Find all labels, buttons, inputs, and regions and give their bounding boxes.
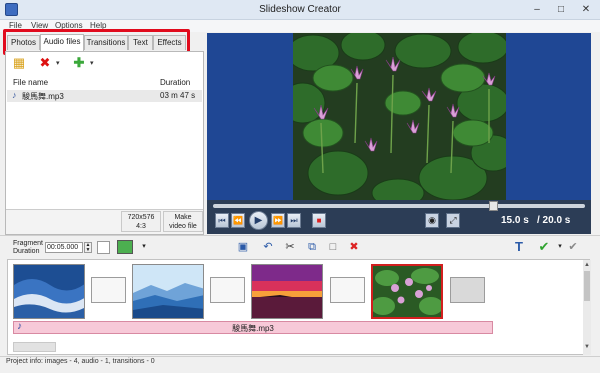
transition-slot-4[interactable] (450, 277, 485, 303)
slide-thumbnail-1[interactable] (13, 264, 85, 319)
transition-slot-3[interactable] (330, 277, 365, 303)
check-dropdown-icon[interactable]: ▾ (553, 240, 567, 254)
total-time: / 20.0 s (537, 215, 571, 226)
stop-button[interactable]: ■ (312, 213, 326, 228)
title-bar: Slideshow Creator – □ ✕ (0, 0, 600, 20)
fragment-duration-input[interactable]: 00:05.000 (45, 242, 83, 253)
remove-icon[interactable]: ✖ (347, 240, 361, 254)
fullscreen-icon[interactable]: ⤢ (446, 213, 460, 228)
previous-button[interactable]: ⏪ (231, 213, 245, 228)
file-duration: 03 m 47 s (160, 91, 196, 100)
seek-bar[interactable] (213, 204, 585, 208)
close-button[interactable]: ✕ (573, 2, 599, 17)
seek-thumb[interactable] (489, 201, 498, 211)
audio-file-icon: ♪ (12, 90, 17, 100)
camera-icon[interactable]: ◉ (425, 213, 439, 228)
scroll-up-icon[interactable]: ▲ (583, 262, 591, 268)
play-button[interactable]: ▶ (249, 211, 268, 230)
paste-icon[interactable]: □ (326, 240, 340, 254)
make-video-button[interactable]: Make video file (163, 211, 203, 232)
skip-start-button[interactable]: ⏮ (215, 213, 229, 228)
preview-image (293, 33, 506, 200)
transition-slot-2[interactable] (210, 277, 245, 303)
delete-icon[interactable]: ✖ (37, 55, 53, 71)
fragment-duration-label: Fragment Duration (13, 240, 43, 255)
cut-icon[interactable]: ✂ (283, 240, 297, 254)
current-time: 15.0 s (501, 215, 529, 226)
resolution-button[interactable]: 720x576 4:3 (121, 211, 161, 232)
resolution-label: 720x576 4:3 (127, 214, 155, 230)
transition-slot-1[interactable] (91, 277, 126, 303)
effect-dropdown-icon[interactable]: ▾ (137, 240, 151, 254)
effect-picker[interactable] (117, 240, 133, 254)
slide-thumbnail-4-selected[interactable] (371, 264, 443, 319)
duration-spinner[interactable]: ▲ ▼ (84, 242, 92, 253)
check-icon[interactable]: ✔ (537, 240, 551, 254)
scroll-down-icon[interactable]: ▼ (583, 344, 591, 350)
next-button[interactable]: ⏩ (271, 213, 285, 228)
maximize-button[interactable]: □ (549, 2, 573, 17)
list-item[interactable]: ♪ 駿馬舞.mp3 03 m 47 s (7, 90, 202, 102)
minimize-button[interactable]: – (525, 2, 549, 17)
text-icon[interactable]: T (512, 240, 526, 254)
tools-icon[interactable]: ✔ (566, 240, 580, 254)
project-info: Project info: images - 4, audio - 1, tra… (6, 358, 155, 365)
copy-icon[interactable]: ⧉ (305, 240, 319, 254)
column-duration[interactable]: Duration (160, 78, 190, 87)
delete-dropdown-icon[interactable]: ▾ (56, 59, 60, 67)
slide-thumbnail-2[interactable] (132, 264, 204, 319)
audio-track-name: 駿馬舞.mp3 (232, 324, 274, 333)
plus-icon[interactable]: ✚ (71, 55, 87, 71)
plus-dropdown-icon[interactable]: ▾ (90, 59, 94, 67)
column-file-name[interactable]: File name (13, 78, 48, 87)
add-files-icon[interactable]: ▦ (11, 55, 27, 71)
horizontal-scrollbar[interactable] (13, 342, 56, 352)
color-box[interactable] (97, 241, 110, 254)
save-icon[interactable]: ▣ (236, 240, 250, 254)
undo-icon[interactable]: ↶ (261, 240, 275, 254)
window-title: Slideshow Creator (259, 4, 341, 15)
skip-end-button[interactable]: ⏭ (287, 213, 301, 228)
slide-thumbnail-3[interactable] (251, 264, 323, 319)
file-name: 駿馬舞.mp3 (22, 92, 64, 101)
make-video-label: Make video file (169, 214, 197, 230)
scroll-thumb[interactable] (584, 271, 590, 301)
